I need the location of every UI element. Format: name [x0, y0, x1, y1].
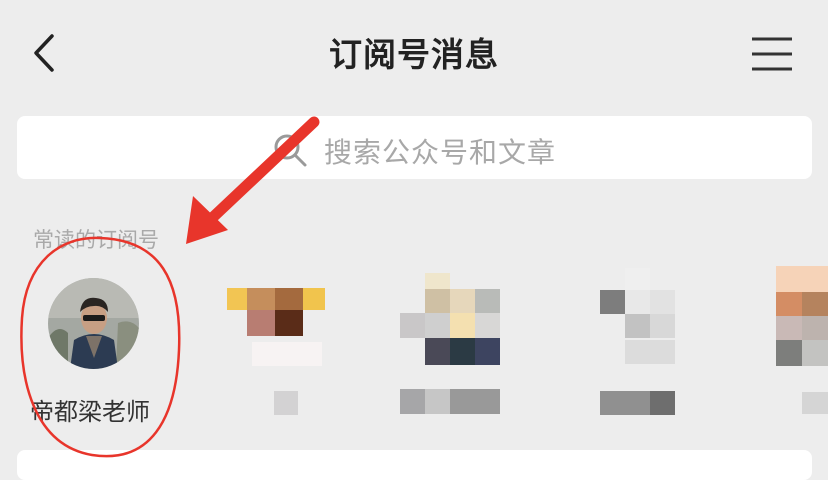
annotation-arrow-head: [186, 196, 228, 244]
menu-button[interactable]: [748, 36, 796, 72]
search-icon: [274, 134, 307, 167]
avatar[interactable]: [48, 278, 139, 369]
redacted-account-tile[interactable]: [222, 270, 332, 420]
search-placeholder[interactable]: 搜索公众号和文章: [324, 131, 556, 171]
account-name[interactable]: 帝都梁老师: [30, 392, 150, 427]
redacted-account-tile[interactable]: [598, 268, 708, 418]
message-card[interactable]: [17, 450, 812, 480]
section-label-frequent: 常读的订阅号: [33, 228, 159, 252]
hamburger-menu-icon: [752, 37, 792, 71]
redacted-account-tile[interactable]: [776, 266, 828, 416]
account-avatar-photo: [48, 278, 139, 369]
top-nav-bar: 订阅号消息: [0, 0, 828, 105]
redacted-account-tile[interactable]: [400, 268, 510, 418]
page-title: 订阅号消息: [329, 35, 499, 74]
